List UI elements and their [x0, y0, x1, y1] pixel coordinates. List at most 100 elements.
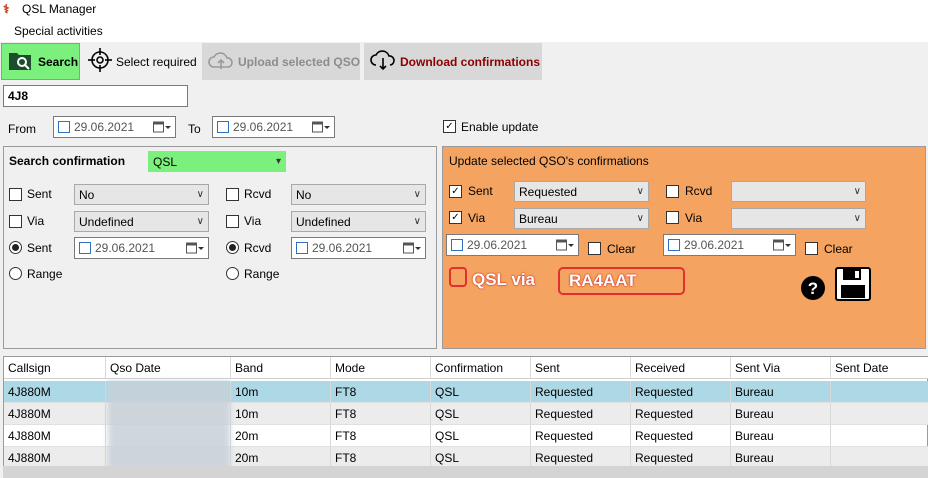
col-sent-date[interactable]: Sent Date — [831, 357, 928, 378]
update-date2-checkbox[interactable] — [668, 239, 680, 251]
update-rcvd-label: Rcvd — [685, 184, 713, 198]
blurred-qso-dates — [108, 381, 230, 471]
rcvd-label: Rcvd — [244, 187, 272, 201]
range-radio[interactable] — [9, 267, 22, 280]
chevron-down-icon: ∨ — [636, 186, 644, 197]
rcvd-select[interactable]: No ∨ — [291, 184, 426, 205]
chevron-down-icon: ▾ — [275, 156, 281, 167]
cell-sent-via: Bureau — [731, 425, 831, 446]
menu-special-activities[interactable]: Special activities — [14, 24, 103, 38]
update-sent-checkbox[interactable]: ✓ — [449, 185, 462, 198]
rcvd-date-checkbox[interactable] — [296, 242, 308, 254]
cell-sent: Requested — [531, 425, 631, 446]
via-select-value: Undefined — [79, 214, 134, 229]
rcvd-select-value: No — [296, 187, 312, 202]
from-label: From — [8, 122, 36, 136]
update-sent-select[interactable]: Requested ∨ — [514, 181, 649, 202]
update-via-label: Via — [468, 211, 486, 225]
cell-sent-date — [831, 425, 928, 446]
to-date-value: 29.06.2021 — [233, 120, 294, 134]
horizontal-scrollbar[interactable] — [3, 466, 928, 478]
update-rcvd-checkbox[interactable] — [666, 185, 679, 198]
col-qso-date[interactable]: Qso Date — [106, 357, 231, 378]
update-via-select[interactable]: Bureau ∨ — [514, 208, 649, 229]
update-via2-checkbox[interactable] — [666, 211, 679, 224]
rcvd-date-radio-label: Rcvd — [244, 241, 272, 255]
cell-sent: Requested — [531, 381, 631, 402]
rcvd-checkbox[interactable] — [226, 188, 239, 201]
calendar-icon[interactable] — [153, 121, 171, 133]
cloud-upload-icon — [208, 49, 234, 74]
update-date1-checkbox[interactable] — [451, 239, 463, 251]
sent-date-radio[interactable] — [9, 241, 22, 254]
col-band[interactable]: Band — [231, 357, 331, 378]
sent-date-value: 29.06.2021 — [95, 241, 156, 255]
cell-mode: FT8 — [331, 447, 431, 468]
cell-sent-date — [831, 381, 928, 402]
qsl-via-checkbox[interactable] — [449, 267, 467, 287]
from-date-checkbox[interactable] — [58, 121, 70, 133]
cell-sent-via: Bureau — [731, 381, 831, 402]
col-sent-via[interactable]: Sent Via — [731, 357, 831, 378]
via-select[interactable]: Undefined ∨ — [74, 211, 209, 232]
cell-received: Requested — [631, 403, 731, 424]
col-confirmation[interactable]: Confirmation — [431, 357, 531, 378]
calendar-icon[interactable] — [773, 239, 791, 251]
confirmation-type-select[interactable]: QSL ▾ — [148, 151, 286, 172]
update-date2-value: 29.06.2021 — [684, 238, 745, 252]
via2-checkbox[interactable] — [226, 215, 239, 228]
sent-date-radio-label: Sent — [27, 241, 52, 255]
menu-bar: Special activities — [0, 20, 928, 42]
upload-selected-qso-button[interactable]: Upload selected QSO — [202, 43, 360, 80]
cell-sent: Requested — [531, 403, 631, 424]
to-label: To — [188, 122, 201, 136]
via-checkbox[interactable] — [9, 215, 22, 228]
callsign-input[interactable]: 4J8 — [3, 85, 188, 107]
sent-select[interactable]: No ∨ — [74, 184, 209, 205]
col-received[interactable]: Received — [631, 357, 731, 378]
range-label: Range — [27, 267, 63, 281]
sent-date-checkbox[interactable] — [79, 242, 91, 254]
range2-radio[interactable] — [226, 267, 239, 280]
col-sent[interactable]: Sent — [531, 357, 631, 378]
download-confirmations-button[interactable]: Download confirmations — [364, 43, 542, 80]
range2-label: Range — [244, 267, 280, 281]
via2-label: Via — [244, 214, 262, 228]
sent-select-value: No — [79, 187, 95, 202]
search-button[interactable]: Search — [1, 43, 80, 80]
clear1-checkbox[interactable] — [588, 242, 601, 255]
clear2-checkbox[interactable] — [805, 242, 818, 255]
col-mode[interactable]: Mode — [331, 357, 431, 378]
cell-confirmation: QSL — [431, 403, 531, 424]
to-date-picker[interactable]: 29.06.2021 — [212, 116, 335, 138]
via2-select[interactable]: Undefined ∨ — [291, 211, 426, 232]
update-date2-picker[interactable]: 29.06.2021 — [663, 234, 796, 256]
rcvd-date-picker[interactable]: 29.06.2021 — [291, 237, 426, 259]
qsl-via-input[interactable]: RA4AAT — [558, 267, 685, 295]
enable-update-checkbox[interactable]: ✓ — [443, 120, 456, 133]
cloud-download-icon — [370, 49, 396, 74]
crosshair-icon — [88, 48, 112, 75]
update-via2-select[interactable]: ∨ — [731, 208, 866, 229]
update-via-checkbox[interactable]: ✓ — [449, 211, 462, 224]
cell-band: 10m — [231, 381, 331, 402]
rcvd-date-radio[interactable] — [226, 241, 239, 254]
save-icon[interactable] — [835, 267, 871, 304]
sent-date-picker[interactable]: 29.06.2021 — [74, 237, 209, 259]
select-required-button[interactable]: Select required — [82, 43, 200, 80]
col-callsign[interactable]: Callsign — [4, 357, 106, 378]
upload-label: Upload selected QSO — [238, 54, 361, 69]
calendar-icon[interactable] — [556, 239, 574, 251]
to-date-checkbox[interactable] — [217, 121, 229, 133]
via2-select-value: Undefined — [296, 214, 351, 229]
cell-sent-via: Bureau — [731, 447, 831, 468]
calendar-icon[interactable] — [186, 242, 204, 254]
help-icon[interactable]: ? — [800, 275, 826, 304]
calendar-icon[interactable] — [403, 242, 421, 254]
sent-checkbox[interactable] — [9, 188, 22, 201]
cell-received: Requested — [631, 425, 731, 446]
calendar-icon[interactable] — [312, 121, 330, 133]
from-date-picker[interactable]: 29.06.2021 — [53, 116, 176, 138]
update-rcvd-select[interactable]: ∨ — [731, 181, 866, 202]
update-date1-picker[interactable]: 29.06.2021 — [446, 234, 579, 256]
